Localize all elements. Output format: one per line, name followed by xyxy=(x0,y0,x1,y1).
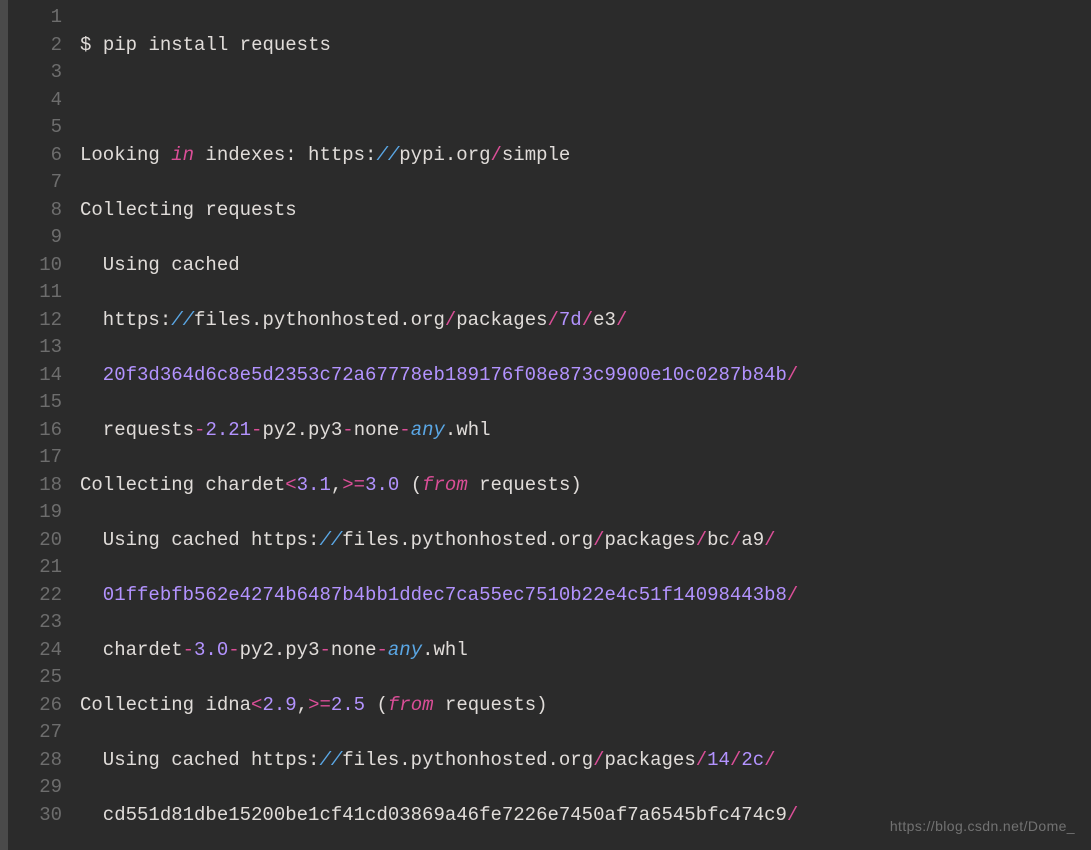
line-number: 30 xyxy=(8,802,62,830)
line-number: 14 xyxy=(8,362,62,390)
code-line: requests-2.21-py2.py3-none-any.whl xyxy=(80,417,1091,445)
line-number: 29 xyxy=(8,774,62,802)
line-number: 26 xyxy=(8,692,62,720)
line-number: 9 xyxy=(8,224,62,252)
line-number: 19 xyxy=(8,499,62,527)
line-number: 8 xyxy=(8,197,62,225)
line-number: 5 xyxy=(8,114,62,142)
code-line xyxy=(80,87,1091,115)
code-line: Collecting chardet<3.1,>=3.0 (from reque… xyxy=(80,472,1091,500)
line-number: 24 xyxy=(8,637,62,665)
line-number: 6 xyxy=(8,142,62,170)
code-line: chardet-3.0-py2.py3-none-any.whl xyxy=(80,637,1091,665)
line-number: 16 xyxy=(8,417,62,445)
line-number: 18 xyxy=(8,472,62,500)
line-number: 4 xyxy=(8,87,62,115)
line-number: 10 xyxy=(8,252,62,280)
code-editor: 1 2 3 4 5 6 7 8 9 10 11 12 13 14 15 16 1… xyxy=(0,0,1091,850)
line-number: 1 xyxy=(8,4,62,32)
line-number: 27 xyxy=(8,719,62,747)
line-number: 2 xyxy=(8,32,62,60)
code-area[interactable]: $ pip install requests Looking in indexe… xyxy=(80,0,1091,850)
line-number: 28 xyxy=(8,747,62,775)
line-number: 22 xyxy=(8,582,62,610)
code-line: 01ffebfb562e4274b6487b4bb1ddec7ca55ec751… xyxy=(80,582,1091,610)
code-line: Using cached xyxy=(80,252,1091,280)
code-line: Collecting requests xyxy=(80,197,1091,225)
code-line: https://files.pythonhosted.org/packages/… xyxy=(80,307,1091,335)
line-number: 23 xyxy=(8,609,62,637)
code-line: 20f3d364d6c8e5d2353c72a67778eb189176f08e… xyxy=(80,362,1091,390)
line-number: 13 xyxy=(8,334,62,362)
line-number: 7 xyxy=(8,169,62,197)
code-line: Using cached https://files.pythonhosted.… xyxy=(80,527,1091,555)
code-line: Looking in indexes: https://pypi.org/sim… xyxy=(80,142,1091,170)
line-number: 3 xyxy=(8,59,62,87)
line-number: 17 xyxy=(8,444,62,472)
line-number: 20 xyxy=(8,527,62,555)
line-number: 21 xyxy=(8,554,62,582)
line-number: 12 xyxy=(8,307,62,335)
line-number: 25 xyxy=(8,664,62,692)
line-number: 15 xyxy=(8,389,62,417)
code-line: Collecting idna<2.9,>=2.5 (from requests… xyxy=(80,692,1091,720)
code-line: $ pip install requests xyxy=(80,32,1091,60)
watermark-text: https://blog.csdn.net/Dome_ xyxy=(890,813,1075,841)
code-line: Using cached https://files.pythonhosted.… xyxy=(80,747,1091,775)
line-number: 11 xyxy=(8,279,62,307)
line-number-gutter: 1 2 3 4 5 6 7 8 9 10 11 12 13 14 15 16 1… xyxy=(8,0,80,850)
